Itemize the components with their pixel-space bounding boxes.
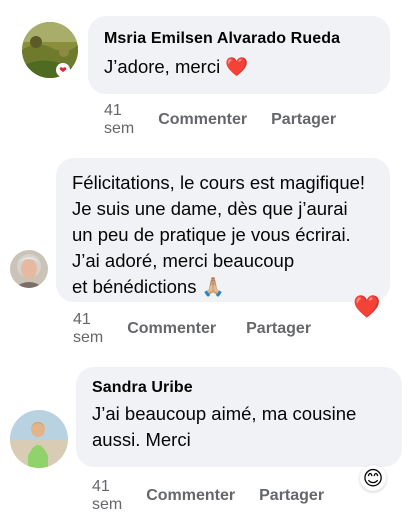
heart-reaction-icon[interactable]: ❤️ <box>353 294 381 320</box>
comment-actions: 41 sem Commenter Partager <box>92 478 324 514</box>
comment-bubble: Msria Emilsen Alvarado Rueda J’adore, me… <box>88 16 390 94</box>
avatar-image <box>10 410 68 468</box>
comment-author[interactable]: Msria Emilsen Alvarado Rueda <box>104 30 374 48</box>
comment-text: J’adore, merci ❤️ <box>104 56 249 77</box>
reply-button[interactable]: Commenter <box>146 487 235 505</box>
share-button[interactable]: Partager <box>246 320 311 338</box>
comment-author[interactable]: Sandra Uribe <box>92 379 386 397</box>
reaction-emoji: ❤️ <box>353 294 381 319</box>
share-button[interactable]: Partager <box>271 111 336 129</box>
comment-actions: 41 sem Commenter Partager <box>73 311 311 347</box>
reaction-emoji: 😊 <box>362 467 384 490</box>
comment-text: Félicitations, le cours est magifique! J… <box>72 172 366 297</box>
comment-text: J’ai beaucoup aimé, ma cousine aussi. Me… <box>92 403 357 450</box>
avatar[interactable] <box>10 250 48 288</box>
comment-bubble: Sandra Uribe J’ai beaucoup aimé, ma cous… <box>76 367 402 467</box>
reply-button[interactable]: Commenter <box>127 320 216 338</box>
avatar[interactable] <box>10 410 68 468</box>
avatar[interactable]: ❤ <box>22 22 78 78</box>
comment-bubble: Félicitations, le cours est magifique! J… <box>56 158 390 302</box>
share-button[interactable]: Partager <box>259 487 324 505</box>
avatar-image <box>10 250 48 288</box>
comment-actions: 41 sem Commenter Partager <box>104 102 336 138</box>
comment-timestamp[interactable]: 41 sem <box>104 102 134 138</box>
heart-badge-icon: ❤ <box>56 63 70 77</box>
comment-timestamp[interactable]: 41 sem <box>92 478 122 514</box>
reply-button[interactable]: Commenter <box>158 111 247 129</box>
smile-reaction-icon[interactable]: 😊 <box>360 465 386 491</box>
comment-timestamp[interactable]: 41 sem <box>73 311 103 347</box>
